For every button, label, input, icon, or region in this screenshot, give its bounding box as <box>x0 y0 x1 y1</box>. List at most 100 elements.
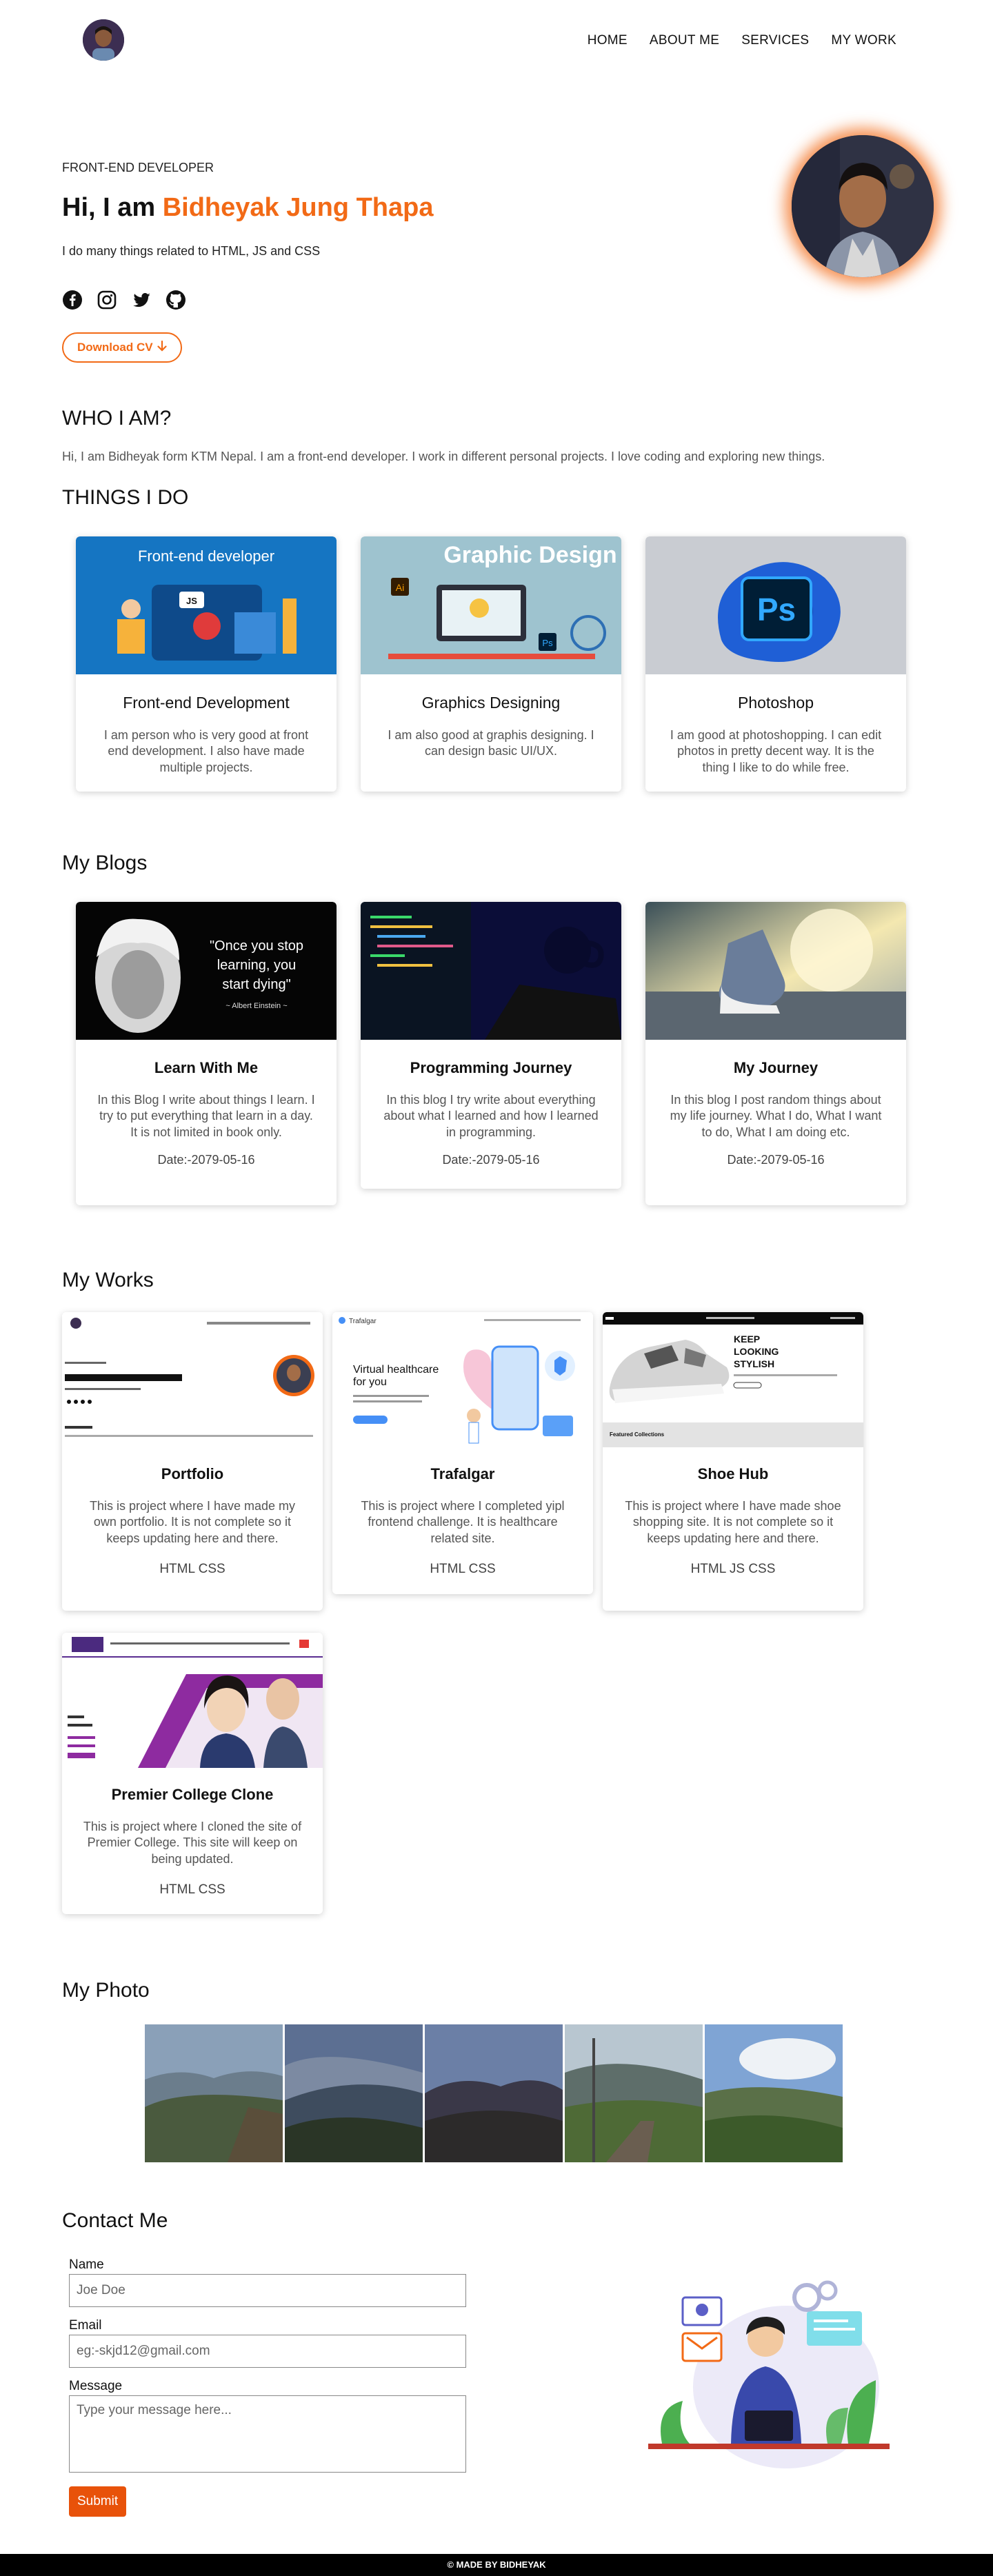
email-label: Email <box>69 2318 102 2333</box>
nav-my-work[interactable]: MY WORK <box>831 33 896 48</box>
svg-text:learning, you: learning, you <box>217 958 297 973</box>
trafalgar-logo: Trafalgar <box>349 1318 377 1325</box>
contact-section: Contact Me Name Joe Doe Email eg:-skjd12… <box>0 2209 993 2526</box>
work-text: This is project where I have made my own… <box>89 1499 296 1545</box>
name-field[interactable]: Joe Doe <box>69 2274 466 2307</box>
nav-about-me[interactable]: ABOUT ME <box>650 33 719 48</box>
gallery-photo[interactable] <box>145 2024 283 2162</box>
download-cv-button[interactable]: Download CV <box>62 332 182 363</box>
work-title: Portfolio <box>161 1465 224 1482</box>
twitter-icon[interactable] <box>131 290 152 310</box>
blog-title: My Journey <box>733 1059 819 1076</box>
service-card-graphics[interactable]: Graphic Design Ai Ps Graphics Designing … <box>361 536 621 792</box>
gallery-photo[interactable] <box>425 2024 563 2162</box>
name-placeholder: Joe Doe <box>77 2283 126 2297</box>
work-title: Trafalgar <box>430 1465 495 1482</box>
shoe-hub-preview: KEEP LOOKING STYLISH Featured Collection… <box>603 1312 863 1447</box>
arrow-down-icon <box>157 340 167 355</box>
social-links <box>62 290 186 310</box>
svg-text:KEEP: KEEP <box>734 1334 760 1345</box>
gallery-photo[interactable] <box>705 2024 843 2162</box>
premier-preview <box>62 1633 323 1768</box>
service-card-frontend[interactable]: Front-end developer JS Front-end Develop… <box>76 536 337 792</box>
work-text: This is project where I completed yipl f… <box>361 1499 565 1545</box>
hero-subtitle: I do many things related to HTML, JS and… <box>62 244 321 258</box>
svg-text:Virtual healthcare: Virtual healthcare <box>353 1364 439 1376</box>
blogs-heading: My Blogs <box>62 852 148 874</box>
service-card-photoshop[interactable]: Ps Photoshop I am good at photoshopping.… <box>645 536 906 792</box>
email-placeholder: eg:-skjd12@gmail.com <box>77 2344 210 2358</box>
who-text: Hi, I am Bidheyak form KTM Nepal. I am a… <box>62 450 825 463</box>
frontend-caption: Front-end developer <box>138 547 274 565</box>
svg-text:"Once you stop: "Once you stop <box>210 938 303 954</box>
graphic-design-illustration: Graphic Design Ai Ps <box>361 536 621 674</box>
profile-portrait <box>792 135 934 277</box>
contact-illustration <box>641 2263 896 2470</box>
service-text: I am person who is very good at front en… <box>103 728 309 774</box>
nav-home[interactable]: HOME <box>588 33 628 48</box>
blog-date: Date:-2079-05-16 <box>157 1153 255 1167</box>
works-heading: My Works <box>62 1269 154 1291</box>
svg-text:for you: for you <box>353 1376 387 1388</box>
nav-avatar[interactable] <box>83 19 124 61</box>
services-section: THINGS I DO Front-end developer JS Front… <box>0 486 993 852</box>
hero-greeting: Hi, I am <box>62 193 163 222</box>
work-card-shoe-hub[interactable]: KEEP LOOKING STYLISH Featured Collection… <box>603 1312 863 1611</box>
photos-heading: My Photo <box>62 1979 150 2002</box>
photoshop-caption: Ps <box>757 592 796 627</box>
instagram-icon[interactable] <box>97 290 117 310</box>
work-card-trafalgar[interactable]: Trafalgar Virtual healthcare for you Tra… <box>332 1312 593 1594</box>
work-card-premier[interactable]: Premier College Clone This is project wh… <box>62 1633 323 1914</box>
work-title: Premier College Clone <box>111 1786 274 1803</box>
blog-text: In this Blog I write about things I lear… <box>97 1093 315 1139</box>
facebook-icon[interactable] <box>62 290 83 310</box>
who-section: WHO I AM? Hi, I am Bidheyak form KTM Nep… <box>0 407 993 486</box>
hero-section: FRONT-END DEVELOPER Hi, I am Bidheyak Ju… <box>0 76 993 407</box>
gallery-photo[interactable] <box>285 2024 423 2162</box>
blog-text: In this blog I try write about everythin… <box>383 1093 599 1139</box>
email-field[interactable]: eg:-skjd12@gmail.com <box>69 2335 466 2368</box>
shoe-hub-footer: Featured Collections <box>610 1431 665 1438</box>
hero-title: Hi, I am Bidheyak Jung Thapa <box>62 193 433 223</box>
gallery-photo[interactable] <box>565 2024 703 2162</box>
nav-services[interactable]: SERVICES <box>741 33 809 48</box>
quote-author: ~ Albert Einstein ~ <box>225 1002 287 1010</box>
work-text: This is project where I cloned the site … <box>83 1820 302 1866</box>
services-heading: THINGS I DO <box>62 486 189 509</box>
programming-image <box>361 902 621 1040</box>
svg-text:Ps: Ps <box>542 638 553 648</box>
work-tech: HTML JS CSS <box>690 1562 776 1577</box>
nav-links: HOME ABOUT ME SERVICES MY WORK <box>588 33 896 48</box>
service-text: I am good at photoshopping. I can edit p… <box>670 728 882 774</box>
blog-card-learn[interactable]: "Once you stop learning, you start dying… <box>76 902 337 1205</box>
photoshop-illustration: Ps <box>645 536 906 674</box>
who-heading: WHO I AM? <box>62 407 172 430</box>
blog-date: Date:-2079-05-16 <box>727 1153 825 1167</box>
footer: © MADE BY BIDHEYAK <box>0 2554 993 2576</box>
photo-gallery <box>145 2024 843 2162</box>
journey-image <box>645 902 906 1040</box>
blog-title: Learn With Me <box>154 1059 259 1076</box>
blog-card-programming[interactable]: Programming Journey In this blog I try w… <box>361 902 621 1189</box>
work-tech: HTML CSS <box>430 1562 496 1577</box>
name-label: Name <box>69 2257 104 2272</box>
message-placeholder: Type your message here... <box>77 2403 232 2417</box>
svg-text:Ai: Ai <box>396 582 404 593</box>
photos-section: My Photo <box>0 1979 993 2209</box>
submit-button[interactable]: Submit <box>69 2486 127 2517</box>
blog-title: Programming Journey <box>410 1059 572 1076</box>
work-card-portfolio[interactable]: Portfolio This is project where I have m… <box>62 1312 323 1611</box>
work-tech: HTML CSS <box>159 1882 225 1898</box>
message-field[interactable]: Type your message here... <box>69 2395 466 2473</box>
download-cv-label: Download CV <box>77 341 153 354</box>
svg-text:JS: JS <box>186 596 197 606</box>
blog-date: Date:-2079-05-16 <box>442 1153 540 1167</box>
service-title: Photoshop <box>738 694 814 712</box>
service-text: I am also good at graphis designing. I c… <box>388 728 594 758</box>
work-text: This is project where I have made shoe s… <box>625 1499 841 1545</box>
svg-text:LOOKING: LOOKING <box>734 1346 779 1357</box>
frontend-illustration: Front-end developer JS <box>76 536 337 674</box>
blog-card-journey[interactable]: My Journey In this blog I post random th… <box>645 902 906 1205</box>
github-icon[interactable] <box>166 290 186 310</box>
service-title: Graphics Designing <box>421 694 561 712</box>
